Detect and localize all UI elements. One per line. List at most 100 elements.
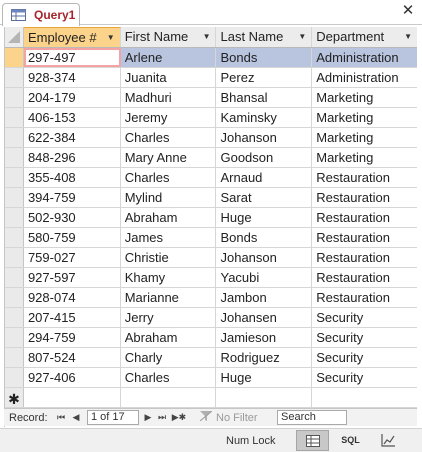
close-icon[interactable]: ✕ xyxy=(400,3,416,19)
row-selector[interactable] xyxy=(5,268,24,287)
cell-employee-num[interactable]: 928-374 xyxy=(24,68,121,87)
cell-employee-num[interactable]: 204-179 xyxy=(24,88,121,107)
chevron-down-icon[interactable]: ▼ xyxy=(107,28,115,47)
table-row[interactable]: 927-406 Charles Huge Security xyxy=(5,368,417,388)
cell-first-name[interactable]: Charly xyxy=(121,348,217,367)
new-cell-employee-num[interactable] xyxy=(24,388,121,407)
cell-employee-num[interactable]: 928-074 xyxy=(24,288,121,307)
cell-employee-num[interactable]: 759-027 xyxy=(24,248,121,267)
row-selector[interactable] xyxy=(5,148,24,167)
table-row[interactable]: 580-759 James Bonds Restauration xyxy=(5,228,417,248)
cell-last-name[interactable]: Jambon xyxy=(216,288,313,307)
cell-first-name[interactable]: Christie xyxy=(121,248,217,267)
cell-department[interactable]: Restauration xyxy=(312,188,417,207)
cell-first-name[interactable]: Jerry xyxy=(121,308,217,327)
cell-last-name[interactable]: Huge xyxy=(216,368,313,387)
new-cell-last-name[interactable] xyxy=(216,388,313,407)
row-selector[interactable] xyxy=(5,208,24,227)
cell-department[interactable]: Security xyxy=(312,348,417,367)
row-selector[interactable] xyxy=(5,308,24,327)
cell-last-name[interactable]: Arnaud xyxy=(216,168,313,187)
cell-employee-num[interactable]: 394-759 xyxy=(24,188,121,207)
chevron-down-icon[interactable]: ▼ xyxy=(404,27,412,47)
table-row[interactable]: 297-497 Arlene Bonds Administration xyxy=(5,48,417,68)
row-selector[interactable] xyxy=(5,328,24,347)
previous-record-icon[interactable]: ◀ xyxy=(70,411,82,424)
cell-employee-num[interactable]: 294-759 xyxy=(24,328,121,347)
cell-first-name[interactable]: Charles xyxy=(121,128,217,147)
table-row[interactable]: 406-153 Jeremy Kaminsky Marketing xyxy=(5,108,417,128)
table-row[interactable]: 294-759 Abraham Jamieson Security xyxy=(5,328,417,348)
datasheet-view-button[interactable] xyxy=(296,430,329,451)
row-selector[interactable] xyxy=(5,128,24,147)
cell-first-name[interactable]: Abraham xyxy=(121,208,217,227)
cell-department[interactable]: Marketing xyxy=(312,128,417,147)
row-selector[interactable] xyxy=(5,188,24,207)
table-row[interactable]: 759-027 Christie Johanson Restauration xyxy=(5,248,417,268)
row-selector[interactable] xyxy=(5,228,24,247)
table-row[interactable]: 394-759 Mylind Sarat Restauration xyxy=(5,188,417,208)
search-input[interactable]: Search xyxy=(277,410,347,425)
cell-last-name[interactable]: Johansen xyxy=(216,308,313,327)
row-selector[interactable] xyxy=(5,348,24,367)
cell-department[interactable]: Security xyxy=(312,368,417,387)
cell-last-name[interactable]: Jamieson xyxy=(216,328,313,347)
cell-last-name[interactable]: Johanson xyxy=(216,248,313,267)
table-row[interactable]: 204-179 Madhuri Bhansal Marketing xyxy=(5,88,417,108)
cell-first-name[interactable]: James xyxy=(121,228,217,247)
row-selector[interactable] xyxy=(5,48,24,67)
cell-employee-num[interactable]: 927-597 xyxy=(24,268,121,287)
row-selector[interactable] xyxy=(5,168,24,187)
cell-department[interactable]: Marketing xyxy=(312,108,417,127)
last-record-icon[interactable]: ⏭ xyxy=(156,411,168,424)
cell-employee-num[interactable]: 807-524 xyxy=(24,348,121,367)
cell-last-name[interactable]: Goodson xyxy=(216,148,313,167)
column-header-last-name[interactable]: Last Name ▼ xyxy=(216,27,313,47)
cell-department[interactable]: Restauration xyxy=(312,288,417,307)
cell-first-name[interactable]: Mylind xyxy=(121,188,217,207)
cell-first-name[interactable]: Madhuri xyxy=(121,88,217,107)
table-row[interactable]: 502-930 Abraham Huge Restauration xyxy=(5,208,417,228)
cell-last-name[interactable]: Huge xyxy=(216,208,313,227)
column-header-employee-num[interactable]: Employee # ▼ xyxy=(23,27,121,47)
table-row[interactable]: 848-296 Mary Anne Goodson Marketing xyxy=(5,148,417,168)
cell-last-name[interactable]: Johanson xyxy=(216,128,313,147)
first-record-icon[interactable]: ⏮ xyxy=(55,411,67,424)
cell-department[interactable]: Marketing xyxy=(312,88,417,107)
cell-last-name[interactable]: Bonds xyxy=(216,48,313,67)
column-header-department[interactable]: Department ▼ xyxy=(312,27,417,47)
cell-first-name[interactable]: Charles xyxy=(121,368,217,387)
cell-employee-num[interactable]: 927-406 xyxy=(24,368,121,387)
cell-first-name[interactable]: Khamy xyxy=(121,268,217,287)
row-selector[interactable] xyxy=(5,368,24,387)
new-cell-department[interactable] xyxy=(312,388,417,407)
column-header-first-name[interactable]: First Name ▼ xyxy=(120,27,217,47)
cell-last-name[interactable]: Kaminsky xyxy=(216,108,313,127)
cell-last-name[interactable]: Perez xyxy=(216,68,313,87)
cell-employee-num[interactable]: 502-930 xyxy=(24,208,121,227)
new-record-row[interactable]: ✱ xyxy=(5,388,417,408)
cell-department[interactable]: Security xyxy=(312,308,417,327)
row-selector[interactable] xyxy=(5,288,24,307)
cell-employee-num[interactable]: 297-497 xyxy=(23,48,121,67)
cell-department[interactable]: Restauration xyxy=(312,228,417,247)
table-row[interactable]: 355-408 Charles Arnaud Restauration xyxy=(5,168,417,188)
row-selector[interactable] xyxy=(5,68,24,87)
cell-employee-num[interactable]: 355-408 xyxy=(24,168,121,187)
row-selector[interactable] xyxy=(5,108,24,127)
design-view-button[interactable] xyxy=(372,430,405,451)
table-row[interactable]: 928-374 Juanita Perez Administration xyxy=(5,68,417,88)
cell-department[interactable]: Marketing xyxy=(312,148,417,167)
cell-employee-num[interactable]: 580-759 xyxy=(24,228,121,247)
cell-department[interactable]: Restauration xyxy=(312,248,417,267)
cell-last-name[interactable]: Rodriguez xyxy=(216,348,313,367)
table-row[interactable]: 207-415 Jerry Johansen Security xyxy=(5,308,417,328)
cell-first-name[interactable]: Mary Anne xyxy=(121,148,217,167)
table-row[interactable]: 622-384 Charles Johanson Marketing xyxy=(5,128,417,148)
new-cell-first-name[interactable] xyxy=(121,388,217,407)
query1-tab[interactable]: Query1 xyxy=(2,3,80,26)
cell-last-name[interactable]: Yacubi xyxy=(216,268,313,287)
record-position-field[interactable]: 1 of 17 xyxy=(87,410,139,425)
cell-department[interactable]: Security xyxy=(312,328,417,347)
cell-employee-num[interactable]: 406-153 xyxy=(24,108,121,127)
